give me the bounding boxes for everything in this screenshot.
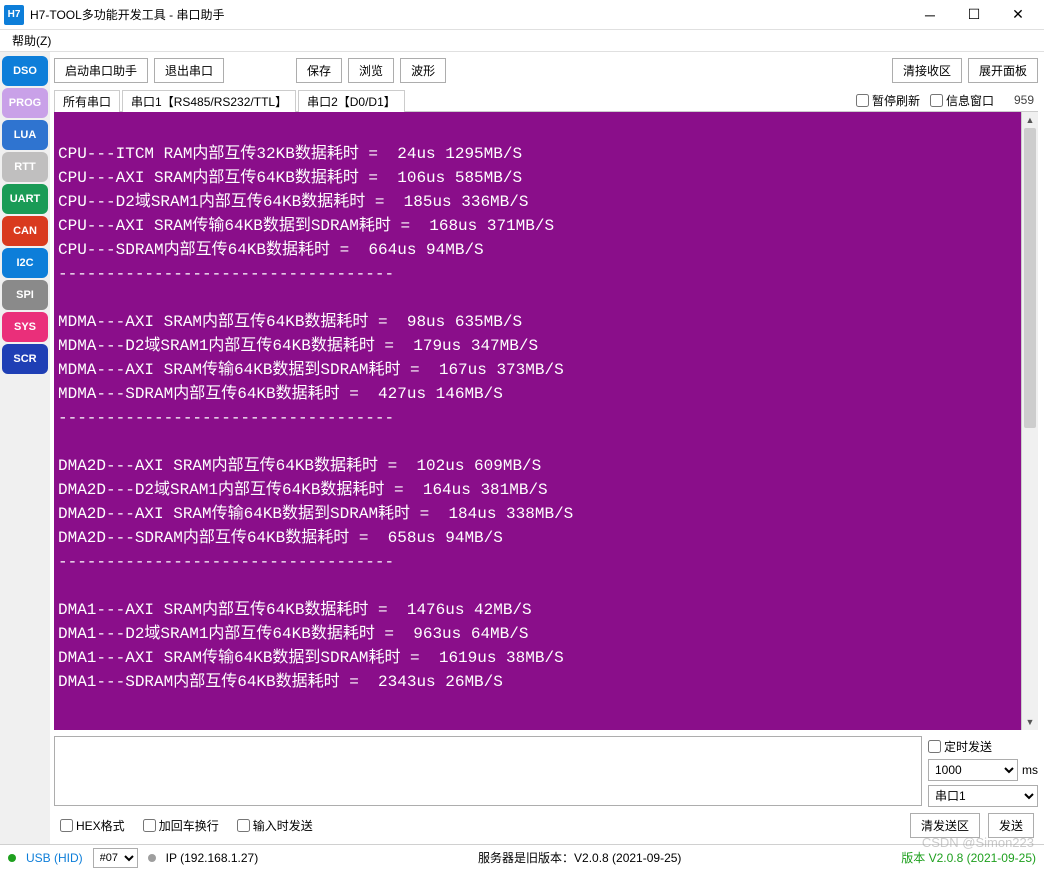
clear-recv-button[interactable]: 清接收区: [892, 58, 962, 83]
timed-send-checkbox[interactable]: 定时发送: [928, 738, 1038, 755]
window-title: H7-TOOL多功能开发工具 - 串口助手: [30, 6, 908, 23]
tab-all-ports[interactable]: 所有串口: [54, 90, 120, 112]
scroll-up-arrow[interactable]: ▲: [1022, 112, 1038, 128]
send-port-select[interactable]: 串口1: [928, 785, 1038, 807]
tabbar: 所有串口 串口1【RS485/RS232/TTL】 串口2【D0/D1】 暂停刷…: [54, 89, 1038, 112]
toolbar: 启动串口助手 退出串口 保存 浏览 波形 清接收区 展开面板: [54, 56, 1038, 89]
app-version: 版本 V2.0.8 (2021-09-25): [901, 849, 1036, 866]
echo-checkbox[interactable]: 输入时发送: [237, 817, 313, 834]
sidebar-item-dso[interactable]: DSO: [2, 56, 48, 86]
usb-status: USB (HID): [26, 851, 83, 865]
sidebar-item-scr[interactable]: SCR: [2, 344, 48, 374]
scroll-down-arrow[interactable]: ▼: [1022, 714, 1038, 730]
ip-status: IP (192.168.1.27): [166, 851, 259, 865]
start-serial-button[interactable]: 启动串口助手: [54, 58, 148, 83]
browse-button[interactable]: 浏览: [348, 58, 394, 83]
sidebar-item-can[interactable]: CAN: [2, 216, 48, 246]
terminal-scrollbar[interactable]: ▲ ▼: [1021, 112, 1038, 730]
menu-help[interactable]: 帮助(Z): [6, 30, 57, 51]
expand-panel-button[interactable]: 展开面板: [968, 58, 1038, 83]
sidebar-item-i2c[interactable]: I2C: [2, 248, 48, 278]
interval-unit: ms: [1022, 763, 1038, 777]
crlf-checkbox[interactable]: 加回车换行: [143, 817, 219, 834]
menubar: 帮助(Z): [0, 30, 1044, 52]
scroll-thumb[interactable]: [1024, 128, 1036, 428]
tab-port2[interactable]: 串口2【D0/D1】: [298, 90, 405, 112]
exit-serial-button[interactable]: 退出串口: [154, 58, 224, 83]
hex-checkbox[interactable]: HEX格式: [60, 817, 125, 834]
sidebar-item-spi[interactable]: SPI: [2, 280, 48, 310]
terminal-output[interactable]: CPU---ITCM RAM内部互传32KB数据耗时 = 24us 1295MB…: [54, 112, 1021, 730]
send-area: 定时发送 1000 ms 串口1: [54, 736, 1038, 807]
maximize-button[interactable]: ☐: [952, 0, 996, 30]
ip-status-dot: [148, 854, 156, 862]
device-select[interactable]: #07: [93, 848, 138, 868]
interval-select[interactable]: 1000: [928, 759, 1018, 781]
clear-send-button[interactable]: 清发送区: [910, 813, 980, 838]
send-button[interactable]: 发送: [988, 813, 1034, 838]
recv-count: 959: [1004, 93, 1034, 107]
send-options: HEX格式 加回车换行 输入时发送 清发送区 发送: [54, 807, 1038, 844]
statusbar: USB (HID) #07 IP (192.168.1.27) 服务器是旧版本：…: [0, 844, 1044, 870]
tab-port1[interactable]: 串口1【RS485/RS232/TTL】: [122, 90, 296, 112]
usb-status-dot: [8, 854, 16, 862]
wave-button[interactable]: 波形: [400, 58, 446, 83]
titlebar: H7 H7-TOOL多功能开发工具 - 串口助手 ─ ☐ ✕: [0, 0, 1044, 30]
close-button[interactable]: ✕: [996, 0, 1040, 30]
sidebar-item-lua[interactable]: LUA: [2, 120, 48, 150]
minimize-button[interactable]: ─: [908, 0, 952, 30]
server-version: 服务器是旧版本：V2.0.8 (2021-09-25): [268, 849, 891, 866]
sidebar: DSOPROGLUARTTUARTCANI2CSPISYSSCR: [0, 52, 50, 844]
sidebar-item-rtt[interactable]: RTT: [2, 152, 48, 182]
save-button[interactable]: 保存: [296, 58, 342, 83]
sidebar-item-uart[interactable]: UART: [2, 184, 48, 214]
send-input[interactable]: [54, 736, 922, 806]
app-icon: H7: [4, 5, 24, 25]
sidebar-item-sys[interactable]: SYS: [2, 312, 48, 342]
pause-refresh-checkbox[interactable]: 暂停刷新: [856, 92, 920, 109]
info-window-checkbox[interactable]: 信息窗口: [930, 92, 994, 109]
sidebar-item-prog[interactable]: PROG: [2, 88, 48, 118]
